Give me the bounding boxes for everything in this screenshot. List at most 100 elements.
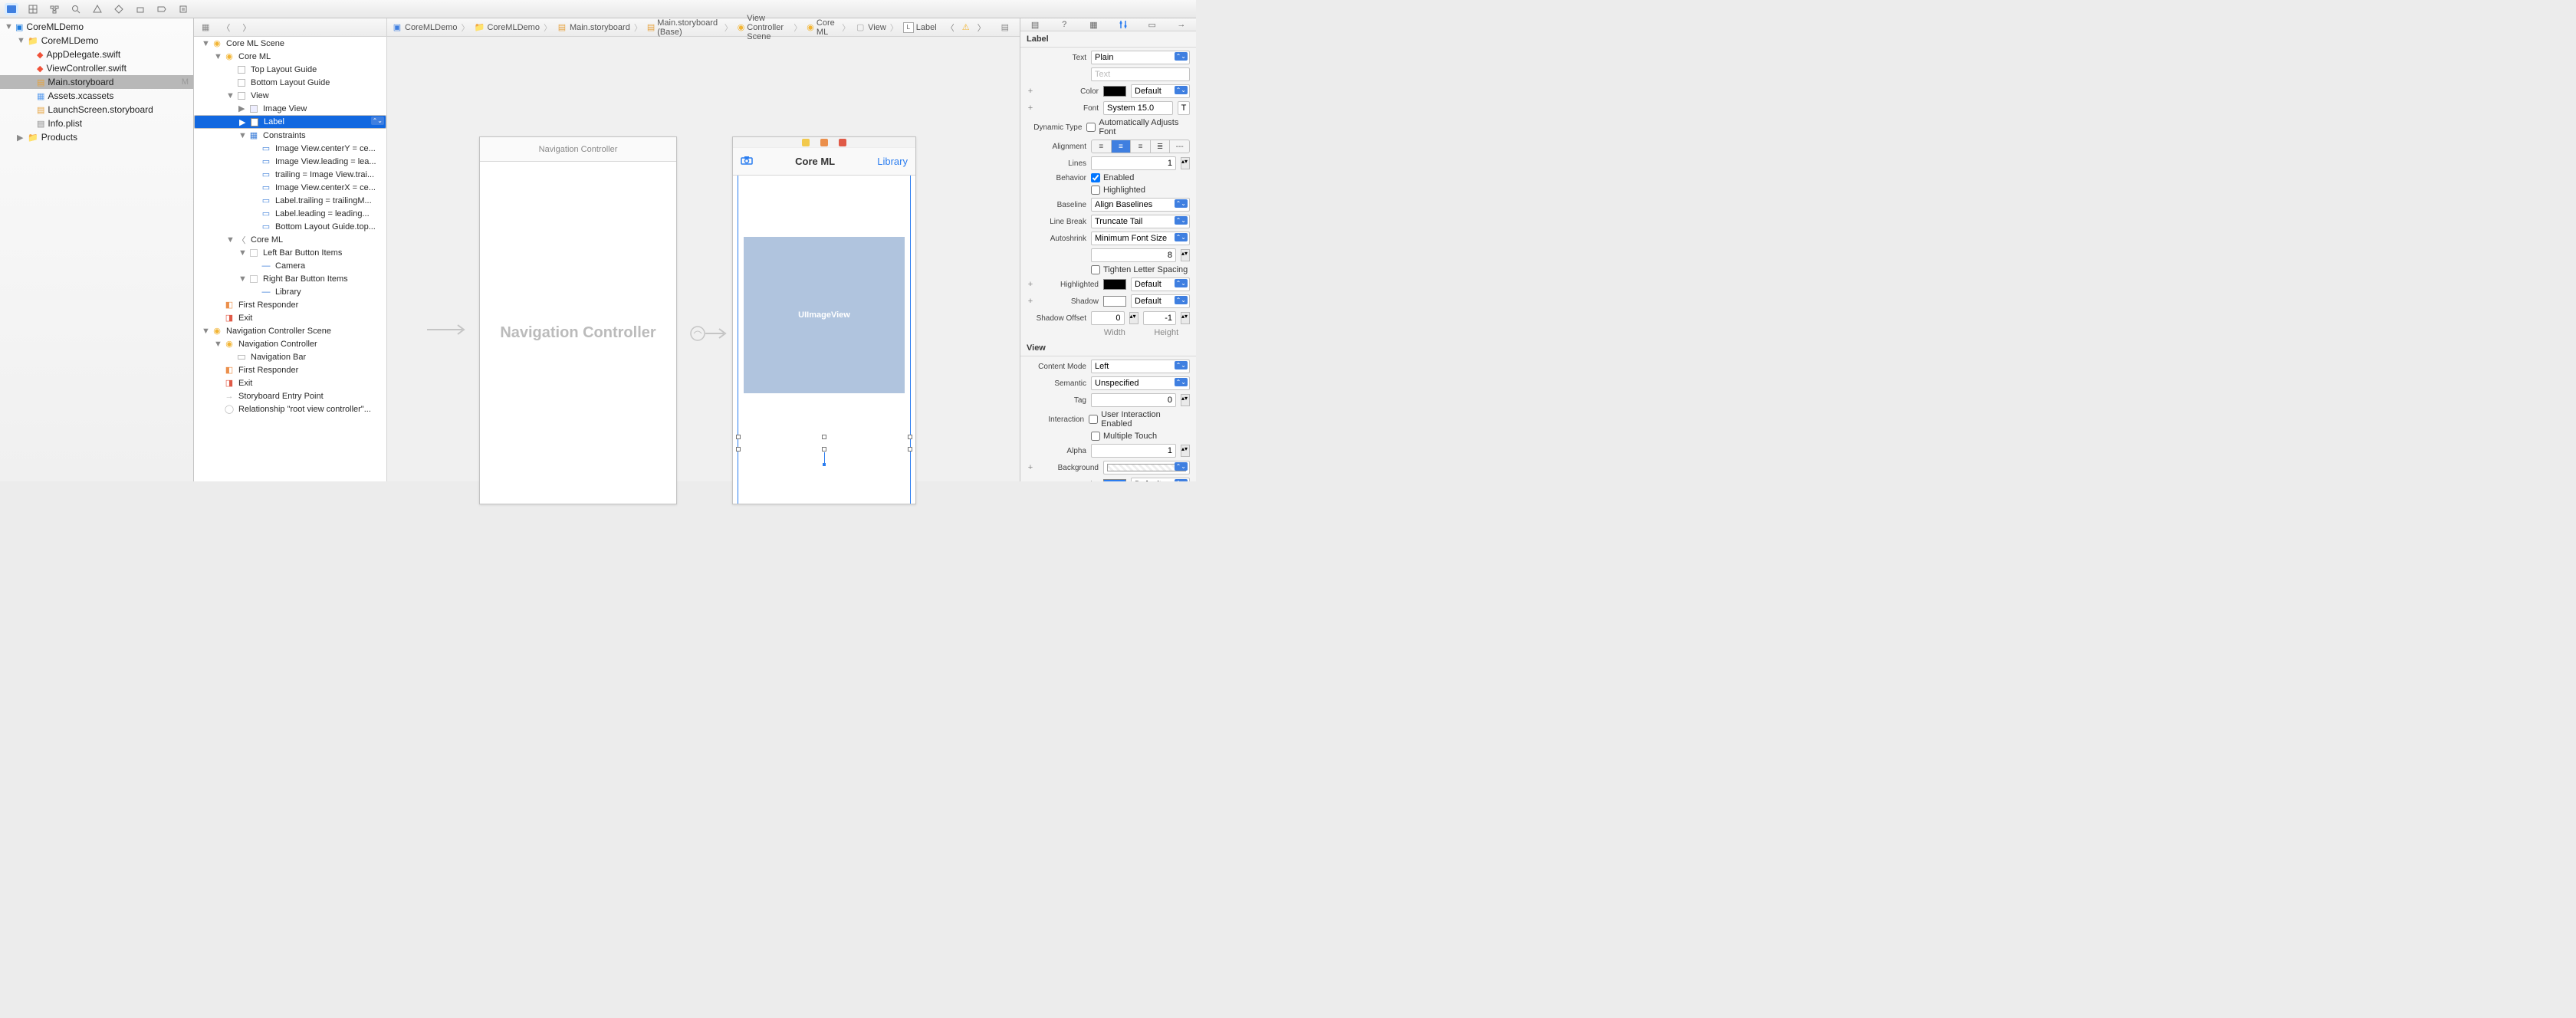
file-viewcontroller[interactable]: ◆ViewController.swift: [0, 61, 193, 75]
outline-row[interactable]: ◨Exit: [194, 311, 386, 324]
resize-handle[interactable]: [822, 447, 826, 452]
file-main-storyboard[interactable]: ▤Main.storyboard M: [0, 75, 193, 89]
resize-handle[interactable]: [822, 435, 826, 439]
resize-handle[interactable]: [736, 447, 741, 452]
disclosure-triangle[interactable]: ▼: [238, 274, 245, 284]
breadcrumb-view[interactable]: ▢View〉: [853, 21, 902, 34]
disclosure-triangle[interactable]: ▼: [226, 235, 232, 245]
back-button[interactable]: 〈: [219, 21, 233, 34]
outline-row[interactable]: ◯Relationship "root view controller"...: [194, 402, 386, 415]
disclosure-triangle[interactable]: ▼: [214, 340, 220, 349]
assistant-editor-icon[interactable]: ▤: [998, 22, 1012, 32]
shadow-h-stepper[interactable]: ▴▾: [1181, 312, 1190, 324]
outline-row[interactable]: ▭Image View.leading = lea...: [194, 155, 386, 168]
outline-row[interactable]: Bottom Layout Guide: [194, 76, 386, 89]
add-variation-icon[interactable]: +: [1027, 87, 1034, 96]
add-variation-icon[interactable]: +: [1027, 463, 1034, 472]
disclosure-triangle[interactable]: ▼: [214, 52, 220, 61]
resize-handle[interactable]: [736, 435, 741, 439]
report-navigator-tab[interactable]: [176, 3, 190, 15]
related-items-icon[interactable]: ▦: [199, 22, 212, 32]
label-selection[interactable]: [738, 436, 911, 450]
align-left[interactable]: ≡: [1092, 140, 1112, 153]
size-inspector-tab[interactable]: ▭: [1145, 18, 1160, 31]
file-appdelegate[interactable]: ◆AppDelegate.swift: [0, 48, 193, 61]
alpha-input[interactable]: 1: [1091, 444, 1176, 458]
folder-products[interactable]: ▶📁Products: [0, 130, 193, 144]
outline-row[interactable]: ◧First Responder: [194, 363, 386, 376]
resize-handle[interactable]: [908, 447, 912, 452]
highlighted-swatch[interactable]: [1103, 279, 1126, 290]
canvas-body[interactable]: Navigation Controller Navigation Control…: [387, 37, 1020, 481]
disclosure-triangle[interactable]: ▶: [238, 103, 245, 113]
outline-row[interactable]: ▭Label.leading = leading...: [194, 207, 386, 220]
source-control-tab[interactable]: [26, 3, 40, 15]
highlighted-color-select[interactable]: Default: [1131, 277, 1190, 291]
outline-row[interactable]: ▭Bottom Layout Guide.top...: [194, 220, 386, 233]
connections-inspector-tab[interactable]: →: [1174, 18, 1189, 31]
align-justify[interactable]: ≣: [1151, 140, 1171, 153]
user-interaction-checkbox[interactable]: [1089, 415, 1098, 424]
lines-input[interactable]: 1: [1091, 156, 1176, 170]
forward-button[interactable]: 〉: [239, 21, 254, 34]
text-value-input[interactable]: Text: [1091, 67, 1190, 81]
library-bar-button[interactable]: Library: [877, 156, 908, 167]
outline-row[interactable]: ▶Image View: [194, 102, 386, 115]
breadcrumb-vc[interactable]: ◉Core ML〉: [805, 18, 853, 37]
outline-row[interactable]: ▼Right Bar Button Items: [194, 272, 386, 285]
linebreak-select[interactable]: Truncate Tail: [1091, 215, 1190, 228]
file-assets[interactable]: ▦Assets.xcassets: [0, 89, 193, 103]
disclosure-triangle[interactable]: ▼: [226, 91, 232, 100]
alignment-segmented[interactable]: ≡ ≡ ≡ ≣ ---: [1091, 140, 1190, 153]
root-segue[interactable]: [690, 324, 728, 343]
dynamic-type-checkbox[interactable]: [1086, 123, 1096, 132]
exit-dock-icon[interactable]: [839, 139, 846, 146]
tag-input[interactable]: 0: [1091, 393, 1176, 407]
vc-root-view[interactable]: UIImageView: [733, 176, 915, 504]
outline-row[interactable]: ▭Label.trailing = trailingM...: [194, 194, 386, 207]
breadcrumb-coremldemo[interactable]: ▣CoreMLDemo〉: [390, 21, 472, 34]
content-mode-select[interactable]: Left: [1091, 360, 1190, 373]
core-ml-view-controller[interactable]: Core ML Library UIImageView: [732, 136, 916, 504]
autoshrink-select[interactable]: Minimum Font Size: [1091, 232, 1190, 245]
add-variation-icon[interactable]: +: [1027, 297, 1034, 306]
semantic-select[interactable]: Unspecified: [1091, 376, 1190, 390]
align-right[interactable]: ≡: [1131, 140, 1151, 153]
outline-row[interactable]: ▼◉Core ML Scene: [194, 37, 386, 50]
font-field[interactable]: System 15.0: [1103, 101, 1173, 115]
outline-row[interactable]: ◧First Responder: [194, 298, 386, 311]
outline-row[interactable]: ▼〈Core ML: [194, 233, 386, 246]
background-select[interactable]: [1103, 461, 1190, 475]
camera-bar-button[interactable]: [741, 156, 753, 167]
outline-row[interactable]: ▶LLabel: [194, 115, 386, 129]
symbol-navigator-tab[interactable]: [48, 3, 61, 15]
tint-select[interactable]: Default: [1131, 478, 1190, 481]
outline-row[interactable]: ▭Image View.centerX = ce...: [194, 181, 386, 194]
debug-navigator-tab[interactable]: [133, 3, 147, 15]
tighten-checkbox[interactable]: [1091, 265, 1100, 274]
breakpoint-navigator-tab[interactable]: [155, 3, 169, 15]
outline-row[interactable]: ▼◉Navigation Controller Scene: [194, 324, 386, 337]
uiimageview[interactable]: UIImageView: [744, 237, 905, 393]
warning-icon[interactable]: ⚠: [962, 22, 970, 32]
file-inspector-tab[interactable]: ▤: [1027, 18, 1043, 31]
first-responder-dock-icon[interactable]: [820, 139, 828, 146]
outline-row[interactable]: ▭Image View.centerY = ce...: [194, 142, 386, 155]
shadow-swatch[interactable]: [1103, 296, 1126, 307]
add-variation-icon[interactable]: +: [1027, 280, 1034, 289]
breadcrumb-storyboard[interactable]: ▤Main.storyboard〉: [555, 21, 646, 34]
outline-row[interactable]: ▼◉Navigation Controller: [194, 337, 386, 350]
disclosure-triangle[interactable]: ▼: [238, 248, 245, 258]
outline-row[interactable]: Navigation Bar: [194, 350, 386, 363]
color-select[interactable]: Default: [1131, 84, 1190, 98]
multiple-touch-checkbox[interactable]: [1091, 432, 1100, 441]
outline-row[interactable]: —Library: [194, 285, 386, 298]
file-infoplist[interactable]: ▤Info.plist: [0, 117, 193, 130]
breadcrumb-label[interactable]: LLabel: [902, 22, 938, 33]
disclosure-triangle[interactable]: ▼: [238, 131, 245, 140]
color-swatch[interactable]: [1103, 86, 1126, 97]
tag-stepper[interactable]: ▴▾: [1181, 394, 1190, 406]
highlighted-checkbox[interactable]: [1091, 186, 1100, 195]
baseline-select[interactable]: Align Baselines: [1091, 198, 1190, 212]
tint-swatch[interactable]: [1103, 479, 1126, 481]
